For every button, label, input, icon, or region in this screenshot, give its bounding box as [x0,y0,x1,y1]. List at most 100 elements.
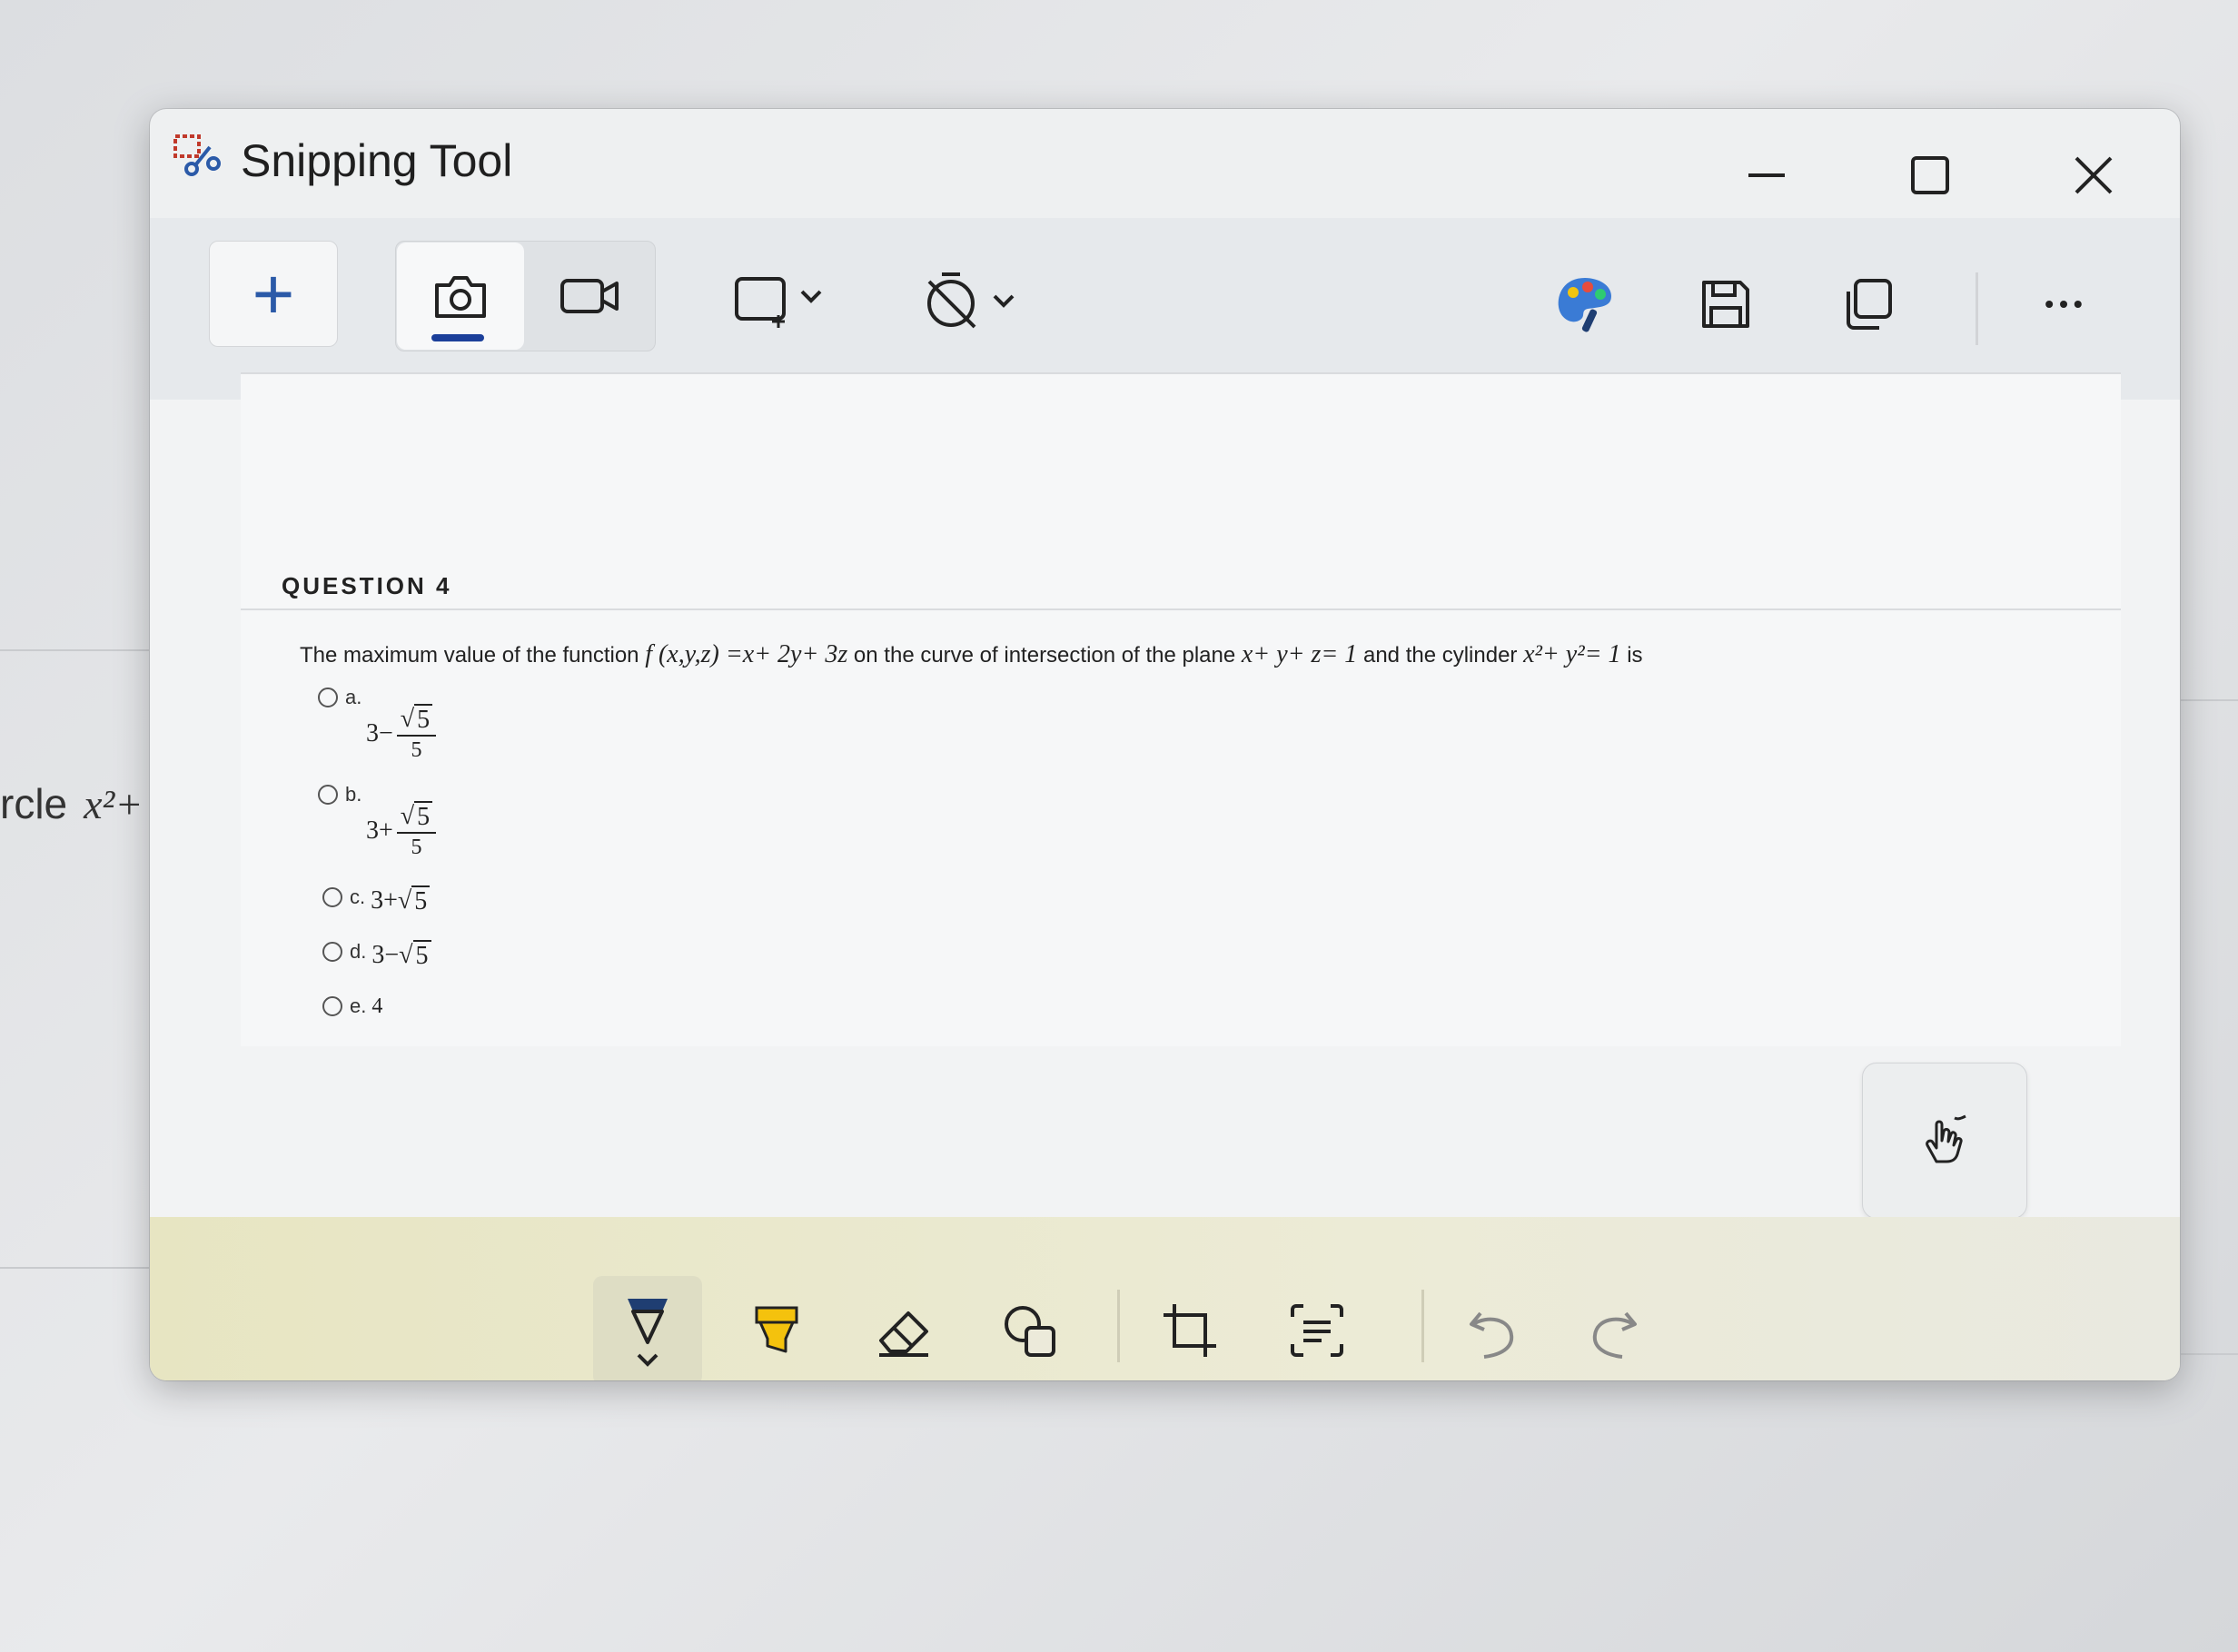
more-options-label: ••• [2045,290,2088,318]
background-divider-right [2171,699,2238,701]
save-icon [1702,281,1749,328]
background-partial-text: rcle x²+ [0,779,143,828]
eraser-button[interactable] [863,1281,945,1380]
no-timer-icon [927,272,1015,329]
option-b-radio[interactable] [318,785,338,805]
option-a-expression: 3− √ 5 5 [366,704,437,763]
option-e[interactable]: e. 4 [322,994,382,1019]
question-heading: QUESTION 4 [282,572,452,599]
toolbar-separator [1976,272,1978,345]
new-snip-button[interactable]: + [209,241,338,347]
option-c-radicand: 5 [411,885,431,916]
photo-mode-indicator [431,334,484,341]
touch-writing-icon [1926,1114,1966,1163]
shapes-button[interactable] [990,1281,1072,1380]
option-a-letter: a. [345,686,362,708]
touch-writing-button[interactable] [1862,1063,2027,1219]
more-options-button[interactable]: ••• [2012,254,2121,354]
background-word: rcle [0,780,68,827]
save-button[interactable] [1676,254,1776,354]
question-text: The maximum value of the function f (x,y… [300,640,1643,669]
maximize-button[interactable] [1889,134,1971,216]
option-b[interactable]: b. [318,783,367,806]
markup-divider-1 [1117,1290,1120,1362]
option-a-denominator: 5 [411,738,422,762]
background-divider-top [0,649,154,651]
option-e-radio[interactable] [322,996,342,1016]
close-button[interactable] [2053,134,2134,216]
text-actions-button[interactable] [1276,1281,1358,1380]
undo-button[interactable] [1453,1281,1535,1380]
open-paint-button[interactable] [1530,254,1639,354]
title-bar: Snipping Tool [150,109,2180,218]
video-mode-button[interactable] [527,242,654,350]
question-text-part1: The maximum value of the function [300,643,646,668]
option-c-prefix: 3+ [371,886,398,915]
eraser-icon [879,1311,928,1357]
redo-icon [1592,1311,1637,1359]
question-divider [241,608,2121,610]
markup-divider-2 [1421,1290,1424,1362]
option-b-radicand: 5 [414,801,433,832]
option-c-radio[interactable] [322,887,342,907]
video-icon [560,279,619,313]
maximize-icon [1911,156,1949,194]
timer-dropdown[interactable] [904,245,1040,354]
new-snip-label: + [252,252,295,334]
captured-page [241,372,2121,1046]
close-icon [2075,156,2113,194]
question-cylinder: x²+ y²= 1 [1523,640,1621,668]
rectangle-mode-icon [735,277,822,328]
question-function: f (x,y,z) =x+ 2y+ 3z [645,640,848,668]
option-a-radicand: 5 [414,704,433,735]
snipping-tool-icon [173,134,221,176]
snipping-mode-dropdown[interactable] [713,245,849,354]
question-plane: x+ y+ z= 1 [1241,640,1358,668]
shapes-icon [1005,1306,1055,1357]
background-divider-bottom [0,1267,163,1269]
option-b-denominator: 5 [411,836,422,859]
question-text-part4: is [1620,643,1643,668]
camera-icon [435,276,486,318]
option-a-fraction: √ 5 5 [396,704,437,763]
option-c[interactable]: c. 3+ √ 5 [322,885,431,916]
paint-icon [1558,278,1611,332]
option-b-prefix: 3+ [366,816,393,845]
option-d-radicand: 5 [412,940,431,971]
option-d[interactable]: d. 3− √ 5 [322,940,431,971]
option-a-radio[interactable] [318,688,338,707]
crop-button[interactable] [1149,1281,1231,1380]
option-b-fraction: √ 5 5 [396,801,437,860]
highlighter-icon [755,1306,798,1353]
ballpoint-pen-icon [628,1299,668,1367]
option-a-numerator: √ 5 [396,704,437,737]
question-text-part3: and the cylinder [1357,643,1524,668]
highlighter-button[interactable] [736,1281,817,1380]
question-text-part2: on the curve of intersection of the plan… [847,643,1242,668]
option-d-prefix: 3− [371,941,400,969]
snipping-tool-window: Snipping Tool + ••• QUESTION 4 The maxim… [150,109,2180,1380]
option-b-expression: 3+ √ 5 5 [366,801,437,860]
minimize-button[interactable] [1726,134,1807,216]
redo-button[interactable] [1571,1281,1653,1380]
copy-button[interactable] [1817,254,1916,354]
text-actions-icon [1291,1304,1343,1357]
option-b-numerator: √ 5 [396,801,437,834]
option-c-expression: 3+ √ 5 [371,885,431,916]
option-a-prefix: 3− [366,718,393,747]
option-e-value: 4 [371,994,383,1018]
option-e-letter: e. [350,994,367,1017]
option-d-expression: 3− √ 5 [371,940,431,971]
undo-icon [1470,1311,1514,1359]
app-title: Snipping Tool [241,135,513,186]
option-d-radio[interactable] [322,942,342,962]
crop-icon [1164,1304,1216,1357]
ballpoint-pen-button[interactable] [607,1281,688,1380]
background-math: x²+ [84,781,144,827]
minimize-icon [1748,173,1785,177]
option-c-letter: c. [350,885,366,908]
option-d-letter: d. [350,940,367,963]
copy-icon [1847,279,1892,330]
option-a[interactable]: a. [318,686,367,709]
option-b-letter: b. [345,783,362,806]
